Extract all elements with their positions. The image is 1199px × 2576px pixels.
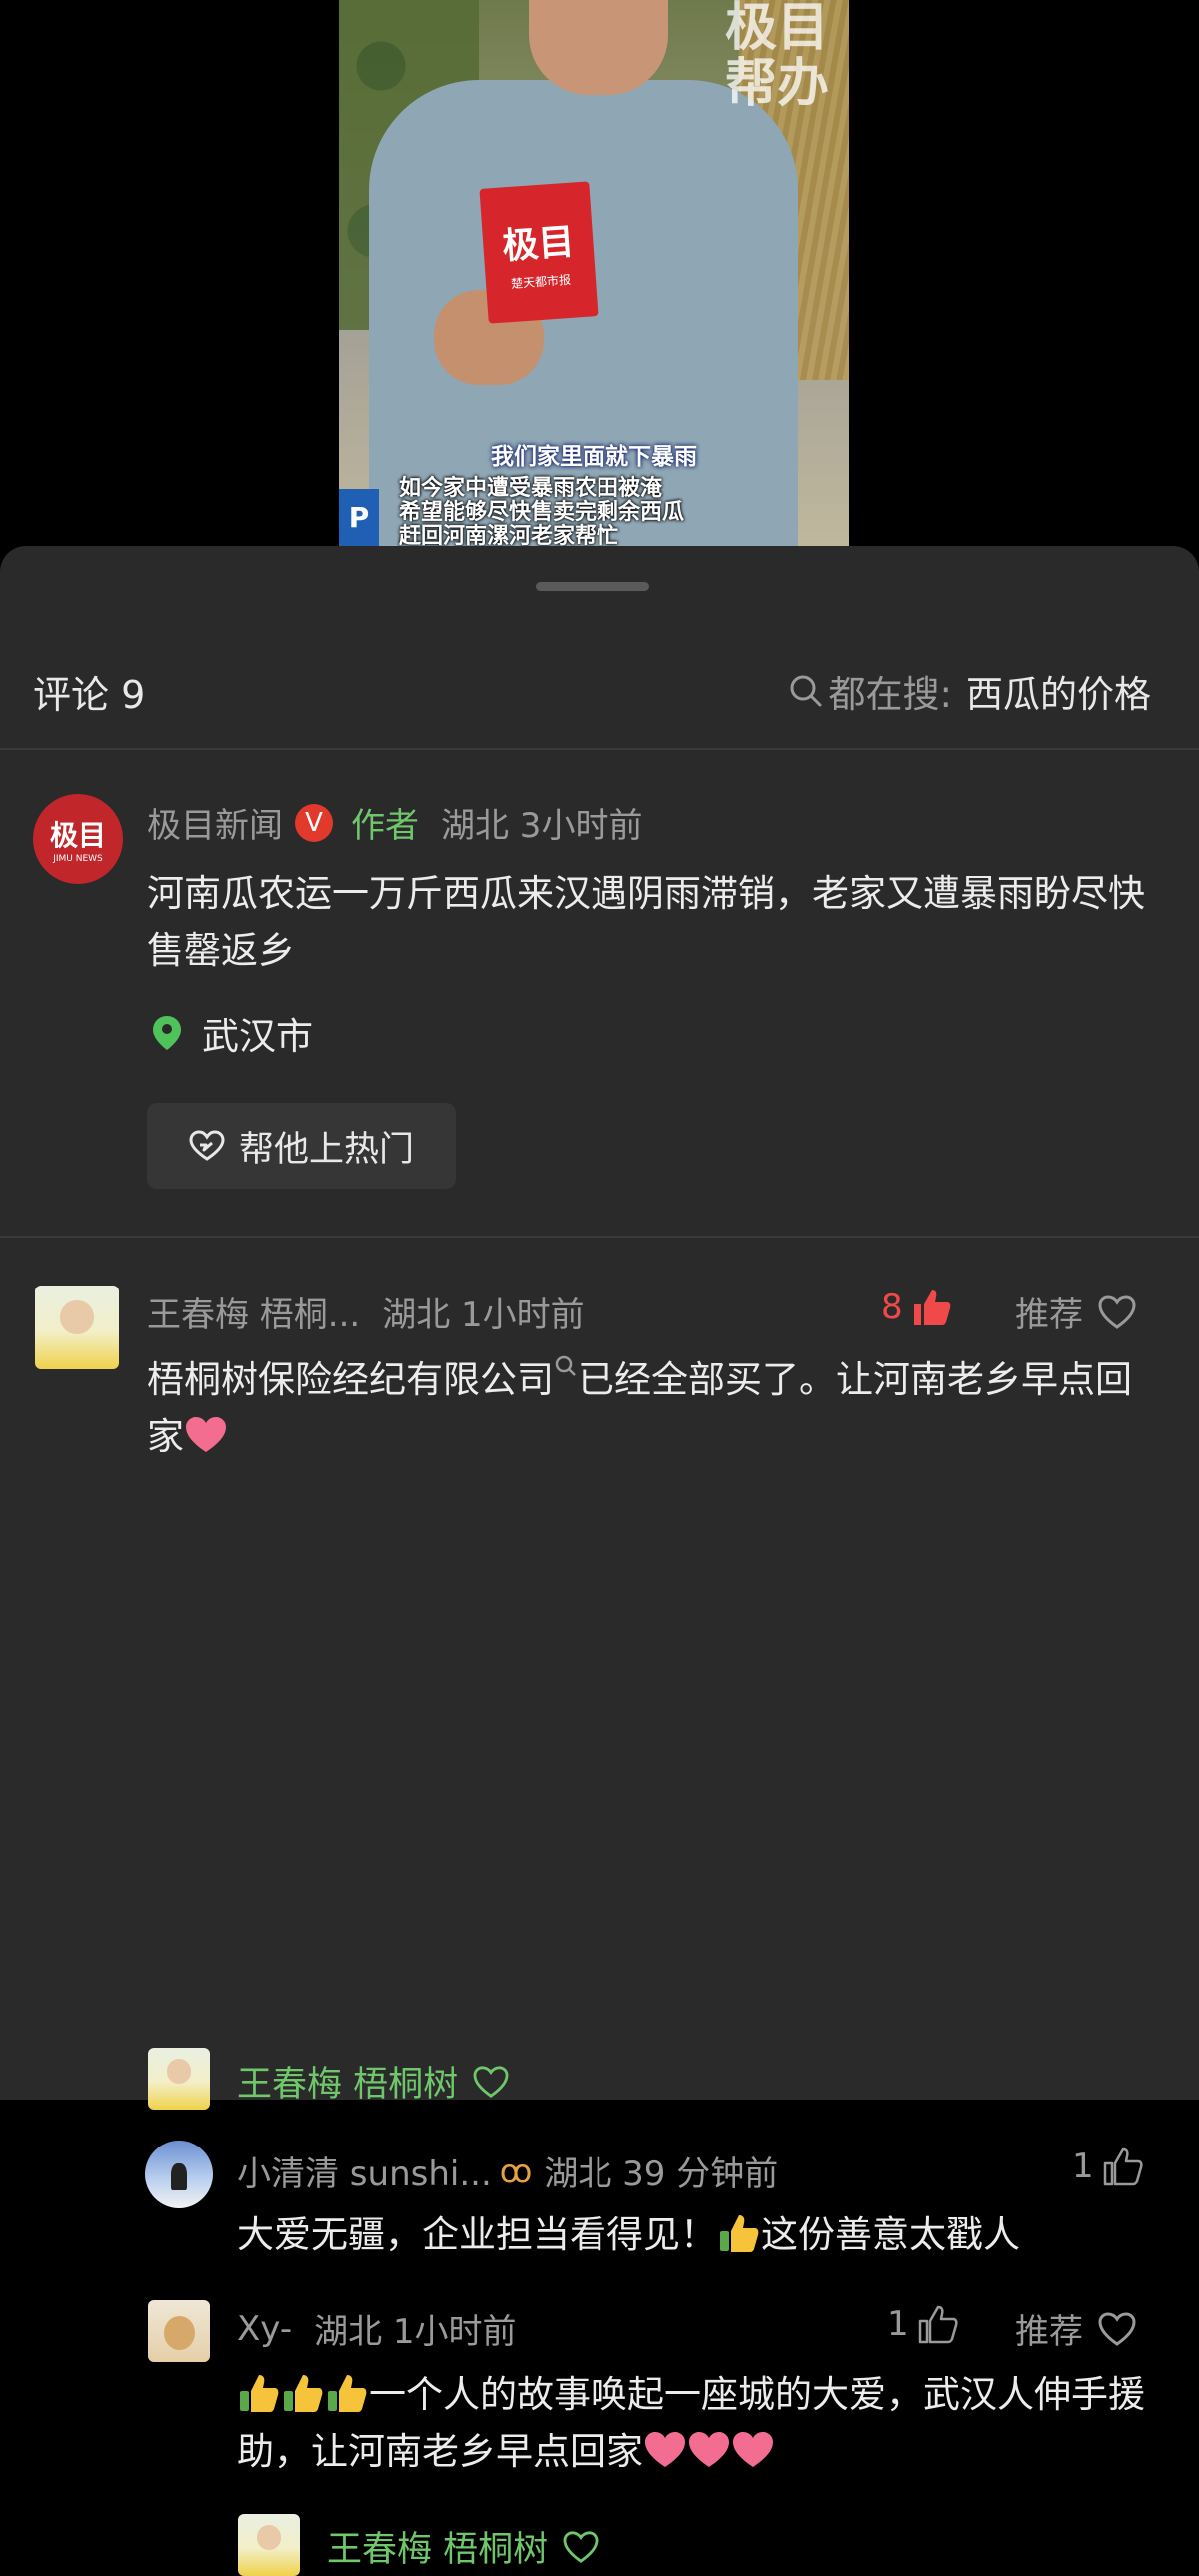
avatar-logo-sub: JIMU NEWS — [53, 854, 103, 864]
author-reply-link[interactable]: 王春梅 梧桐树 — [237, 2056, 510, 2107]
comment-text-a: 大爱无疆，企业担当看得见！ — [237, 2213, 717, 2256]
card-subtitle: 楚天都市报 — [510, 272, 572, 292]
post-location[interactable]: 武汉市 — [152, 1006, 313, 1060]
boost-hot-button[interactable]: 帮他上热门 — [147, 1103, 456, 1189]
thumbs-up-emoji — [720, 2215, 759, 2252]
reply-author-name: 王春梅 梧桐树 — [237, 2065, 459, 2105]
comment-author[interactable]: 王春梅 梧桐... — [147, 1288, 360, 1336]
like-count: 1 — [1072, 2147, 1094, 2186]
video-player[interactable]: 极目 楚天都市报 极目 帮办 P 我们家里面就下暴雨 如今家中遭受暴雨农田被淹 … — [339, 0, 849, 547]
comment-meta: 小清清 sunshi... ꝏ 湖北 39 分钟前 — [237, 2147, 778, 2195]
comment-avatar[interactable] — [35, 1286, 119, 1369]
thumbs-up-emoji — [328, 2375, 367, 2412]
knot-badge-icon: ꝏ — [499, 2151, 533, 2190]
comment-text: 一个人的故事唤起一座城的大爱，武汉人伸手援助，让河南老乡早点回家 — [237, 2366, 1166, 2480]
search-icon — [790, 675, 822, 707]
heart-outline-icon — [1098, 2311, 1136, 2346]
parking-sign: P — [339, 489, 379, 547]
author-tag: 作者 — [351, 806, 419, 846]
comment-avatar[interactable] — [145, 2141, 213, 2208]
like-count: 8 — [881, 1288, 903, 1327]
author-reply-link[interactable]: 王春梅 梧桐树 — [327, 2521, 600, 2572]
search-icon[interactable] — [554, 1354, 578, 1386]
comment-sheet: 评论 9 都在搜: 西瓜的价格 极目 JIMU NEWS 极目新闻 V 作者 湖… — [0, 546, 1199, 2576]
comment-meta: Xy- 湖北 1小时前 — [237, 2304, 517, 2353]
recommend-label: 推荐 — [1015, 2312, 1083, 2352]
search-keyword[interactable]: 西瓜的价格 — [966, 664, 1151, 718]
comment-like-button[interactable]: 1 — [887, 2304, 959, 2344]
comment-recommend-button[interactable]: 推荐 — [1015, 2304, 1137, 2353]
comment-avatar[interactable] — [148, 2300, 210, 2362]
comment-like-button[interactable]: 8 — [881, 1288, 953, 1327]
location-label: 武汉市 — [202, 1015, 313, 1058]
comment-text: 梧桐树保险经纪有限公司 已经全部买了。让河南老乡早点回家 — [147, 1351, 1166, 1465]
hot-heart-icon — [189, 1130, 225, 1161]
comment-like-button[interactable]: 1 — [1072, 2147, 1144, 2186]
verified-badge-icon: V — [295, 803, 333, 842]
comment-company-link[interactable]: 梧桐树保险经纪有限公司 — [147, 1358, 554, 1401]
thumb-up-icon — [918, 2305, 958, 2344]
heart-outline-icon — [563, 2530, 599, 2563]
reply-author-avatar[interactable] — [148, 2048, 210, 2110]
reply-author-name: 王春梅 梧桐树 — [327, 2530, 549, 2570]
video-watermark: 极目 帮办 — [724, 0, 829, 114]
comment-region-time: 湖北 39 分钟前 — [544, 2154, 779, 2194]
heart-emoji — [186, 1417, 226, 1452]
comment-meta: 王春梅 梧桐... 湖北 1小时前 — [147, 1288, 585, 1336]
sheet-drag-handle[interactable] — [536, 582, 649, 591]
comment-region-time: 湖北 1小时前 — [314, 2312, 517, 2352]
like-count: 1 — [887, 2304, 909, 2344]
recommend-label: 推荐 — [1015, 1295, 1083, 1335]
comment-author[interactable]: 小清清 sunshi... — [237, 2147, 492, 2195]
location-pin-icon — [153, 1016, 181, 1050]
thumb-up-icon — [913, 1290, 951, 1325]
trending-search[interactable]: 都在搜: 西瓜的价格 — [789, 664, 1151, 718]
heart-emoji — [689, 2432, 729, 2467]
video-caption-main: 我们家里面就下暴雨 — [491, 444, 697, 470]
post-divider — [0, 1236, 1199, 1238]
author-name[interactable]: 极目新闻 — [147, 798, 283, 847]
comment-recommend-button[interactable]: 推荐 — [1015, 1288, 1137, 1336]
thumbs-up-emoji — [240, 2375, 279, 2412]
comment-count-title: 评论 9 — [33, 673, 146, 717]
heart-outline-icon — [473, 2065, 509, 2098]
avatar-logo-text: 极目 — [49, 819, 106, 852]
heart-outline-icon — [1098, 1294, 1136, 1329]
search-prefix: 都在搜: — [828, 673, 952, 716]
post-meta: 极目新闻 V 作者 湖北 3小时前 — [147, 798, 642, 847]
heart-emoji — [645, 2432, 685, 2467]
card-title: 极目 — [501, 220, 576, 268]
comment-text-b: 这份善意太戳人 — [761, 2213, 1020, 2256]
comment-region-time: 湖北 1小时前 — [382, 1295, 585, 1335]
video-area[interactable]: 极目 楚天都市报 极目 帮办 P 我们家里面就下暴雨 如今家中遭受暴雨农田被淹 … — [0, 0, 1199, 559]
reply-author-avatar[interactable] — [238, 2514, 300, 2576]
comment-text: 大爱无疆，企业担当看得见！ 这份善意太戳人 — [237, 2206, 1176, 2263]
video-caption-sub: 如今家中遭受暴雨农田被淹 希望能够尽快售卖完剩余西瓜 赶回河南漯河老家帮忙 — [399, 476, 685, 548]
boost-hot-label: 帮他上热门 — [238, 1129, 414, 1170]
post-text: 河南瓜农运一万斤西瓜来汉遇阴雨滞销，老家又遭暴雨盼尽快售罄返乡 — [147, 872, 1145, 972]
heart-emoji — [733, 2432, 773, 2467]
thumb-up-icon — [1103, 2147, 1143, 2186]
thumbs-up-emoji — [284, 2375, 323, 2412]
comment-author[interactable]: Xy- — [237, 2309, 292, 2349]
newspaper-card: 极目 楚天都市报 — [479, 181, 599, 324]
author-avatar[interactable]: 极目 JIMU NEWS — [33, 794, 123, 884]
post-region-time: 湖北 3小时前 — [441, 806, 643, 846]
header-divider — [0, 748, 1199, 750]
